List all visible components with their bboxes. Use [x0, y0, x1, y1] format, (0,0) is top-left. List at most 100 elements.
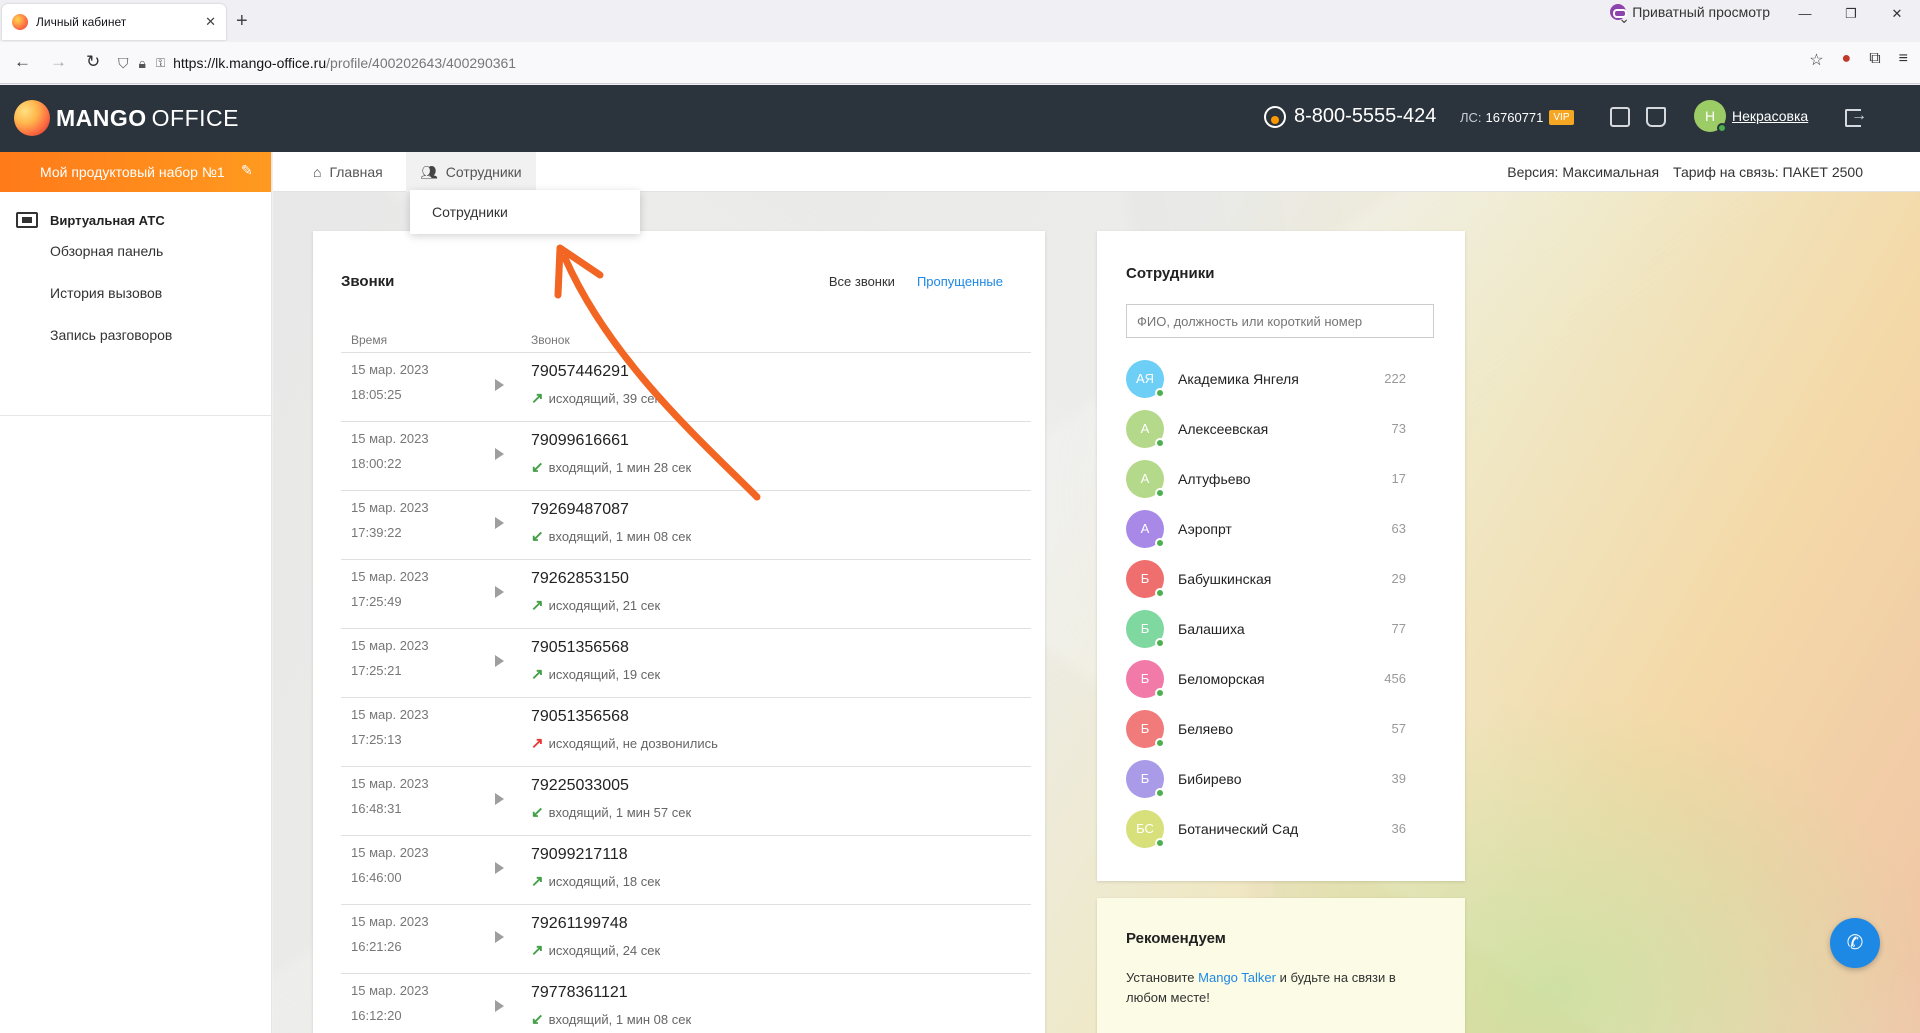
call-direction: ↗ исходящий, 19 сек: [531, 665, 660, 683]
reload-icon[interactable]: ↻: [86, 52, 100, 72]
monitor-icon[interactable]: [1610, 107, 1630, 127]
employee-item[interactable]: Б Беломорская 456: [1126, 656, 1406, 706]
call-direction: ↗ исходящий, 21 сек: [531, 596, 660, 614]
call-description: исходящий, не дозвонились: [548, 735, 718, 751]
subnav-home-label: Главная: [329, 164, 383, 180]
bookmark-star-icon[interactable]: ☆: [1809, 50, 1823, 70]
forward-arrow-icon[interactable]: →: [50, 52, 67, 72]
restore-icon[interactable]: ❐: [1828, 6, 1874, 22]
play-icon[interactable]: [495, 448, 504, 460]
call-direction: ↙ входящий, 1 мин 28 сек: [531, 458, 691, 476]
sidebar-item-overview[interactable]: Обзорная панель: [0, 230, 271, 272]
recommend-text-before: Установите: [1126, 970, 1199, 985]
sidebar-item-call-history[interactable]: История вызовов: [0, 272, 271, 314]
call-row[interactable]: 15 мар. 2023 16:12:20 79778361121 ↙ входящий…: [341, 974, 1031, 1033]
call-direction-icon: ↗: [531, 597, 544, 614]
book-icon[interactable]: [1646, 107, 1666, 127]
site-header: MANGO OFFICE 8-800-5555-424 ЛС: 16760771…: [0, 85, 1920, 152]
permissions-key-icon[interactable]: ⚿: [156, 56, 165, 71]
employee-list: АЯ Академика Янгеля 222 А Алексеевская 73 А Алт…: [1126, 356, 1406, 856]
call-row[interactable]: 15 мар. 2023 16:48:31 79225033005 ↙ входящий…: [341, 767, 1031, 836]
call-date: 15 мар. 2023: [351, 638, 429, 653]
call-number: 79057446291: [531, 363, 629, 380]
employee-initials: Б: [1140, 671, 1150, 686]
address-bar[interactable]: ⛉ 🔒︎ ⚿ https://lk.mango-office.ru/profil…: [118, 46, 1808, 80]
employee-item[interactable]: А Аэропрт 63: [1126, 506, 1406, 556]
call-number: 79269487087: [531, 501, 629, 518]
play-icon[interactable]: [495, 793, 504, 805]
play-icon[interactable]: [495, 1000, 504, 1012]
lock-icon[interactable]: 🔒︎: [139, 55, 146, 72]
call-row[interactable]: 15 мар. 2023 17:25:13 79051356568 ↗ исходящи…: [341, 698, 1031, 767]
pencil-edit-icon[interactable]: ✎: [241, 162, 257, 178]
support-phone[interactable]: 8-800-5555-424: [1264, 105, 1436, 128]
close-window-icon[interactable]: ✕: [1874, 6, 1920, 22]
play-icon[interactable]: [495, 862, 504, 874]
logout-icon[interactable]: [1845, 107, 1867, 127]
call-description: входящий, 1 мин 08 сек: [548, 1011, 692, 1027]
subnav-employees[interactable]: 👥︎ Сотрудники: [406, 152, 536, 192]
subnav-home[interactable]: ⌂ Главная: [313, 152, 383, 192]
user-menu[interactable]: Н Некрасовка: [1694, 100, 1808, 133]
extensions-puzzle-icon[interactable]: ⧉: [1869, 50, 1880, 70]
user-avatar: Н: [1694, 100, 1727, 133]
call-row[interactable]: 15 мар. 2023 16:21:26 79261199748 ↗ исходящи…: [341, 905, 1031, 974]
call-direction-icon: ↙: [531, 459, 544, 476]
menu-hamburger-icon[interactable]: ≡: [1899, 50, 1908, 70]
play-icon[interactable]: [495, 655, 504, 667]
sidebar-section-header[interactable]: Виртуальная АТС: [0, 210, 271, 230]
employee-item[interactable]: А Алтуфьево 17: [1126, 456, 1406, 506]
call-direction-icon: ↙: [531, 804, 544, 821]
call-time: 16:48:31: [351, 801, 402, 816]
employee-item[interactable]: БС Ботанический Сад 36: [1126, 806, 1406, 856]
call-time: 16:46:00: [351, 870, 402, 885]
employee-initials: А: [1140, 471, 1150, 486]
product-set-selector[interactable]: Мой продуктовый набор №1 ✎: [0, 152, 271, 192]
browser-tab[interactable]: Личный кабинет ✕: [2, 4, 226, 40]
filter-all-calls[interactable]: Все звонки: [829, 274, 895, 289]
employee-item[interactable]: Б Бабушкинская 29: [1126, 556, 1406, 606]
subnav-employees-label: Сотрудники: [445, 164, 522, 180]
play-icon[interactable]: [495, 931, 504, 943]
tab-close-icon[interactable]: ✕: [205, 14, 216, 30]
call-description: входящий, 1 мин 08 сек: [548, 528, 692, 544]
minimize-icon[interactable]: —: [1782, 6, 1828, 22]
call-direction-icon: ↗: [531, 666, 544, 683]
play-icon[interactable]: [495, 379, 504, 391]
play-icon[interactable]: [495, 517, 504, 529]
call-row[interactable]: 15 мар. 2023 17:39:22 79269487087 ↙ входящий…: [341, 491, 1031, 560]
employee-avatar: Б: [1126, 560, 1165, 598]
employee-extension: 29: [1391, 571, 1406, 586]
extension-avatar-icon[interactable]: ●: [1842, 50, 1852, 70]
call-row[interactable]: 15 мар. 2023 17:25:49 79262853150 ↗ исходящи…: [341, 560, 1031, 629]
employee-name: Беляево: [1178, 721, 1234, 737]
call-row[interactable]: 15 мар. 2023 16:46:00 79099217118 ↗ исходящи…: [341, 836, 1031, 905]
employee-search-input[interactable]: [1126, 304, 1434, 338]
employee-item[interactable]: Б Беляево 57: [1126, 706, 1406, 756]
call-number: 79051356568: [531, 708, 629, 725]
call-number: 79051356568: [531, 639, 629, 656]
employees-dropdown-item[interactable]: Сотрудники: [410, 190, 640, 234]
new-tab-button[interactable]: +: [236, 10, 248, 33]
employee-item[interactable]: Б Бибирево 39: [1126, 756, 1406, 806]
call-row[interactable]: 15 мар. 2023 18:05:25 79057446291 ↗ исходящи…: [341, 353, 1031, 422]
toolbar-icons: ☆ ● ⧉ ≡: [1809, 50, 1908, 70]
back-arrow-icon[interactable]: ←: [14, 52, 31, 72]
mango-talker-link[interactable]: Mango Talker: [1198, 970, 1276, 985]
call-row[interactable]: 15 мар. 2023 17:25:21 79051356568 ↗ исходящи…: [341, 629, 1031, 698]
col-time-header: Время: [351, 333, 388, 347]
employee-item[interactable]: А Алексеевская 73: [1126, 406, 1406, 456]
employee-item[interactable]: Б Балашиха 77: [1126, 606, 1406, 656]
mango-logo[interactable]: MANGO OFFICE: [14, 100, 239, 136]
sidebar-item-call-recording[interactable]: Запись разговоров: [0, 314, 271, 356]
sidebar: Мой продуктовый набор №1 ✎ Виртуальная А…: [0, 152, 272, 1033]
call-date: 15 мар. 2023: [351, 845, 429, 860]
user-name-link[interactable]: Некрасовка: [1732, 108, 1808, 124]
employee-avatar: Б: [1126, 610, 1165, 648]
filter-missed-calls[interactable]: Пропущенные: [917, 274, 1003, 289]
play-icon[interactable]: [495, 586, 504, 598]
call-row[interactable]: 15 мар. 2023 18:00:22 79099616661 ↙ входящий…: [341, 422, 1031, 491]
call-fab-button[interactable]: ✆: [1830, 918, 1880, 968]
shield-icon[interactable]: ⛉: [118, 55, 129, 72]
employee-item[interactable]: АЯ Академика Янгеля 222: [1126, 356, 1406, 406]
